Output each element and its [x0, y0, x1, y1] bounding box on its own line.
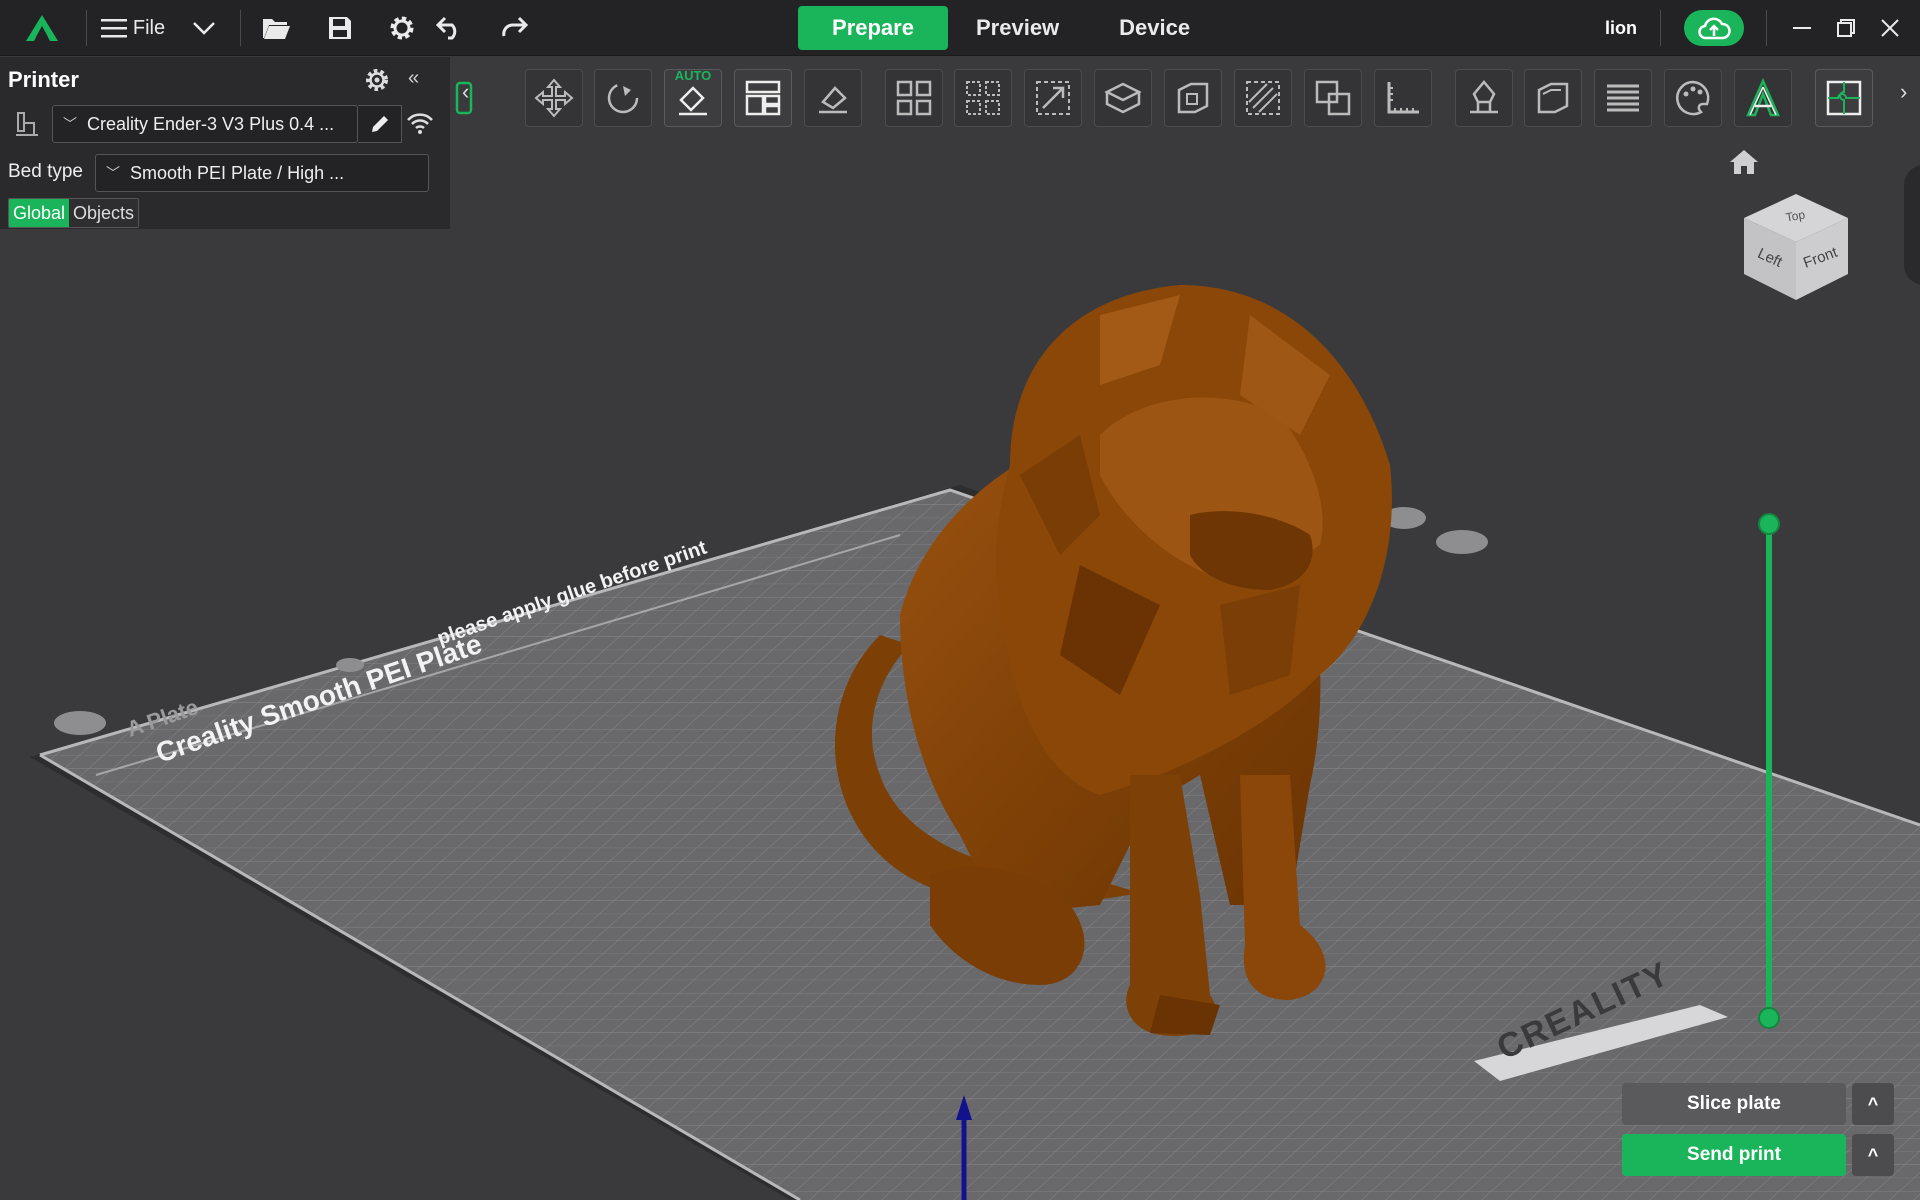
- toolbar-scroll-right-icon[interactable]: ›: [1900, 79, 1907, 105]
- file-menu-label: File: [132, 16, 166, 39]
- printer-name: Creality Ender-3 V3 Plus 0.4 ...: [87, 113, 335, 134]
- scope-global-button[interactable]: Global: [9, 199, 70, 227]
- scope-toggle: Global Objects: [8, 198, 140, 228]
- add-icon[interactable]: [444, 69, 484, 127]
- tab-device[interactable]: Device: [1095, 6, 1214, 50]
- chevron-down-icon: ﹀: [63, 116, 77, 132]
- arrange-icon[interactable]: [734, 69, 792, 127]
- variable-layer-icon[interactable]: [1094, 69, 1152, 127]
- right-panel-toggle[interactable]: [1904, 165, 1920, 285]
- support-paint-icon[interactable]: [1234, 69, 1292, 127]
- layer-range-slider[interactable]: [1766, 525, 1772, 1019]
- seam-paint-icon[interactable]: [1455, 69, 1513, 127]
- hamburger-icon: [100, 19, 127, 38]
- wifi-icon[interactable]: [406, 111, 434, 140]
- scale-icon[interactable]: [1024, 69, 1082, 127]
- printer-icon: [12, 109, 42, 144]
- panel-title: Printer: [8, 67, 79, 92]
- printer-dropdown[interactable]: ﹀ Creality Ender-3 V3 Plus 0.4 ...: [52, 105, 358, 143]
- cut-icon[interactable]: [1164, 69, 1222, 127]
- settings-gear-icon[interactable]: [384, 0, 420, 56]
- printer-panel: Printer « ﹀ Creality Ender-3 V3 Plus 0.4…: [0, 57, 450, 229]
- undo-icon[interactable]: [432, 0, 468, 56]
- move-icon[interactable]: [525, 69, 583, 127]
- slice-plate-button[interactable]: Slice plate: [1622, 1083, 1846, 1125]
- layer-slider-bottom-knob[interactable]: [1758, 1007, 1780, 1029]
- close-icon[interactable]: [1878, 0, 1902, 56]
- cloud-upload-button[interactable]: [1684, 10, 1744, 46]
- home-view-icon[interactable]: [1728, 148, 1760, 181]
- scope-objects-button[interactable]: Objects: [69, 199, 139, 227]
- layer-slider-top-knob[interactable]: [1758, 513, 1780, 535]
- auto-label: AUTO: [674, 68, 712, 83]
- object-toolbar: ‹ › AUTO: [452, 57, 1920, 135]
- assembly-icon[interactable]: [1815, 69, 1873, 127]
- restore-icon[interactable]: [1834, 0, 1858, 56]
- bed-type-value: Smooth PEI Plate / High ...: [130, 162, 345, 183]
- cloud-upload-icon: [1698, 17, 1731, 40]
- 3d-viewport[interactable]: CREALITY Creality Smooth PEI Plate pleas…: [0, 135, 1920, 1200]
- printer-settings-icon[interactable]: [364, 67, 390, 98]
- main-tabs: Prepare Preview Device: [790, 6, 1226, 50]
- bed-type-dropdown[interactable]: ﹀ Smooth PEI Plate / High ...: [95, 154, 429, 192]
- slice-options-button[interactable]: ^: [1852, 1083, 1894, 1125]
- open-folder-icon[interactable]: [258, 0, 294, 56]
- collapse-panel-icon[interactable]: «: [408, 67, 419, 90]
- file-menu[interactable]: File: [98, 0, 168, 56]
- auto-orient-icon[interactable]: AUTO: [664, 68, 722, 127]
- hollow-icon[interactable]: [1524, 69, 1582, 127]
- bed-type-label: Bed type: [8, 161, 83, 182]
- send-print-button[interactable]: Send print: [1622, 1134, 1846, 1176]
- redo-icon[interactable]: [496, 0, 532, 56]
- navigation-cube[interactable]: Top Left Front: [1740, 190, 1852, 307]
- send-options-button[interactable]: ^: [1852, 1134, 1894, 1176]
- chevron-down-icon[interactable]: [188, 0, 220, 56]
- lay-on-face-icon[interactable]: [804, 69, 862, 127]
- save-icon[interactable]: [322, 0, 358, 56]
- split-parts-icon[interactable]: [954, 69, 1012, 127]
- title-bar: File Prepare Preview Device lion: [0, 0, 1920, 56]
- tab-prepare[interactable]: Prepare: [798, 6, 948, 50]
- edit-printer-button[interactable]: [358, 105, 402, 143]
- color-paint-icon[interactable]: [1664, 69, 1722, 127]
- username[interactable]: lion: [1605, 0, 1637, 56]
- tab-preview[interactable]: Preview: [964, 6, 1083, 50]
- chevron-down-icon: ﹀: [106, 165, 120, 181]
- app-logo-icon[interactable]: [20, 0, 64, 56]
- minimize-icon[interactable]: [1790, 0, 1814, 56]
- boolean-icon[interactable]: [1304, 69, 1362, 127]
- layer-icon[interactable]: [1594, 69, 1652, 127]
- split-objects-icon[interactable]: [885, 69, 943, 127]
- measure-icon[interactable]: [1374, 69, 1432, 127]
- text-icon[interactable]: [1734, 69, 1792, 127]
- rotate-icon[interactable]: [594, 69, 652, 127]
- pencil-icon: [371, 116, 388, 132]
